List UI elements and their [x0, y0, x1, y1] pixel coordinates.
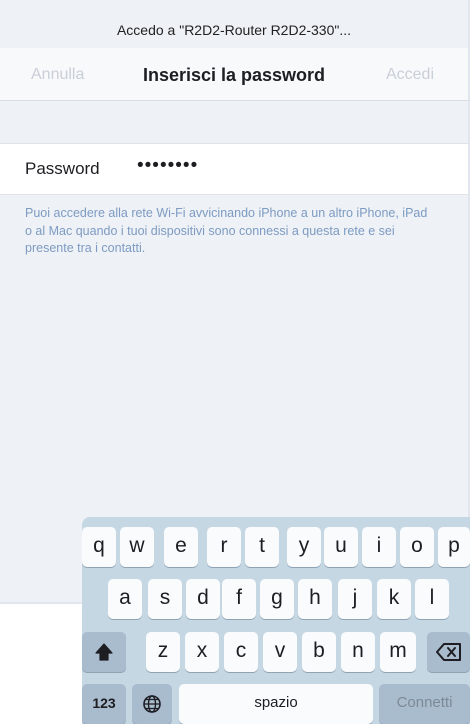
- key-j[interactable]: j: [338, 579, 372, 619]
- key-v[interactable]: v: [263, 632, 297, 672]
- key-i[interactable]: i: [362, 527, 396, 567]
- key-t[interactable]: t: [245, 527, 279, 567]
- numbers-key[interactable]: 123: [82, 684, 126, 724]
- key-p[interactable]: p: [438, 527, 470, 567]
- navigation-bar: Annulla Inserisci la password Accedi: [0, 48, 468, 101]
- key-g[interactable]: g: [260, 579, 294, 619]
- connect-key[interactable]: Connetti: [379, 684, 470, 724]
- delete-backspace-icon: [435, 643, 461, 661]
- password-input[interactable]: ••••••••: [137, 155, 198, 177]
- key-w[interactable]: w: [120, 527, 154, 567]
- key-s[interactable]: s: [148, 579, 182, 619]
- key-o[interactable]: o: [400, 527, 434, 567]
- key-e[interactable]: e: [164, 527, 198, 567]
- key-x[interactable]: x: [185, 632, 219, 672]
- join-button[interactable]: Accedi: [386, 66, 434, 84]
- key-z[interactable]: z: [146, 632, 180, 672]
- wifi-password-screen: Accedo a "R2D2-Router R2D2-330"... Annul…: [0, 0, 470, 604]
- delete-key[interactable]: [427, 632, 470, 672]
- key-h[interactable]: h: [298, 579, 332, 619]
- key-f[interactable]: f: [222, 579, 256, 619]
- connecting-status-title: Accedo a "R2D2-Router R2D2-330"...: [116, 22, 352, 38]
- key-c[interactable]: c: [224, 632, 258, 672]
- wifi-sharing-info-text: Puoi accedere alla rete Wi-Fi avvicinand…: [25, 206, 428, 255]
- globe-icon: [143, 695, 161, 713]
- space-key[interactable]: spazio: [179, 684, 373, 724]
- key-b[interactable]: b: [302, 632, 336, 672]
- shift-key[interactable]: [82, 632, 126, 672]
- key-a[interactable]: a: [108, 579, 142, 619]
- key-l[interactable]: l: [415, 579, 449, 619]
- key-u[interactable]: u: [324, 527, 358, 567]
- key-n[interactable]: n: [341, 632, 375, 672]
- globe-key[interactable]: [132, 684, 172, 724]
- shift-arrow-icon: [95, 643, 113, 661]
- key-q[interactable]: q: [82, 527, 116, 567]
- key-m[interactable]: m: [380, 632, 416, 672]
- key-y[interactable]: y: [287, 527, 321, 567]
- key-k[interactable]: k: [377, 579, 411, 619]
- key-d[interactable]: d: [186, 579, 220, 619]
- key-r[interactable]: r: [207, 527, 241, 567]
- password-label: Password: [25, 159, 100, 178]
- onscreen-keyboard: q w e r t y u i o p a s d f g h j k l z …: [82, 517, 470, 724]
- password-row[interactable]: Password ••••••••: [0, 143, 468, 195]
